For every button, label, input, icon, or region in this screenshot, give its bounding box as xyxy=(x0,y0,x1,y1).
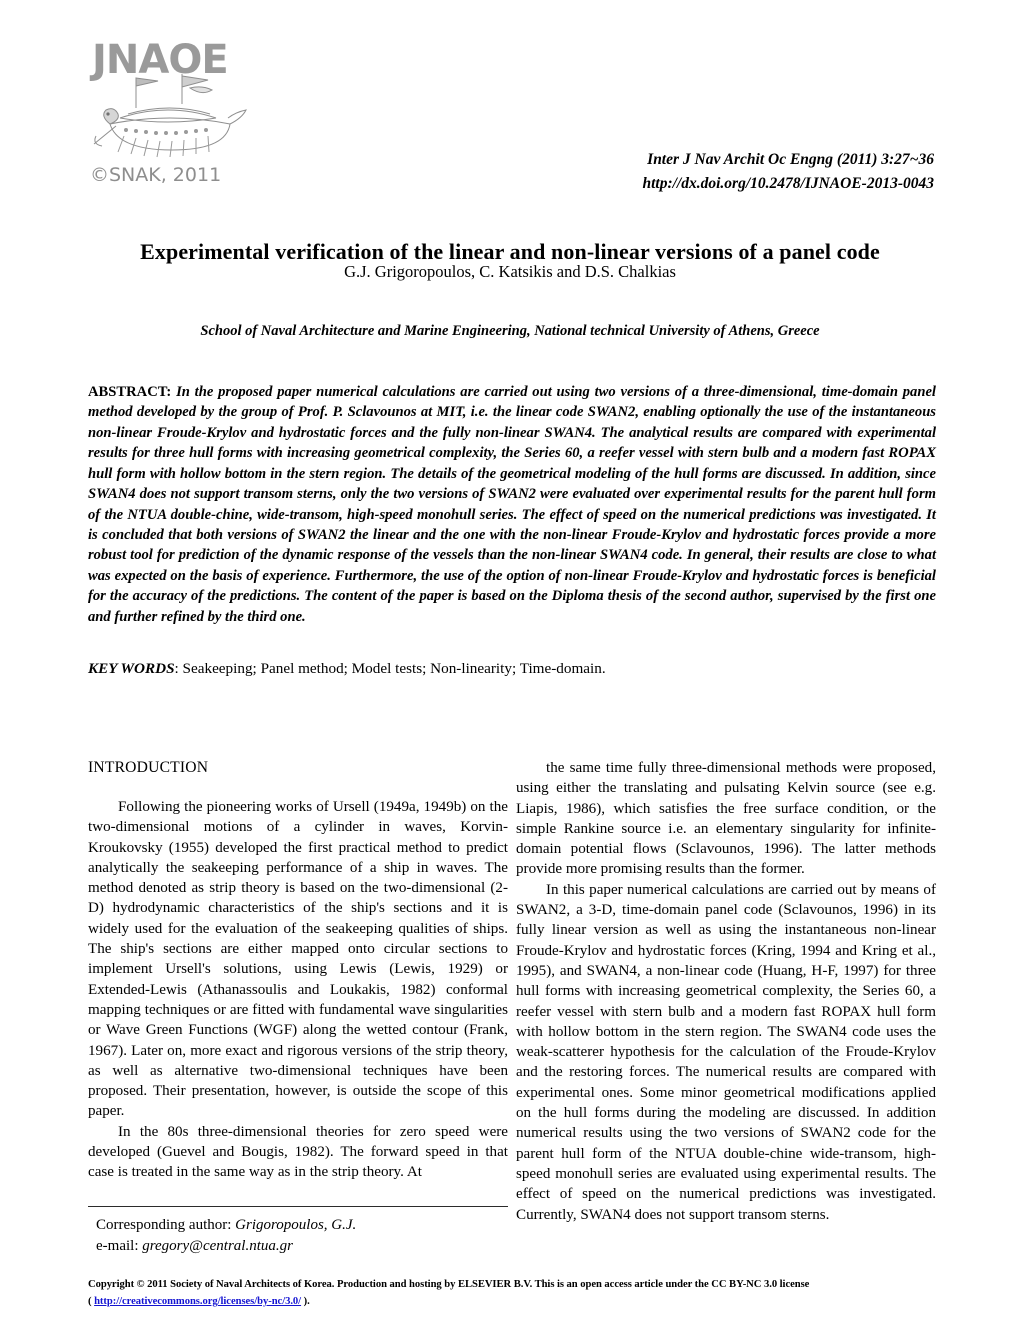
footnote-divider xyxy=(88,1206,508,1207)
keywords-list: Seakeeping; Panel method; Model tests; N… xyxy=(182,660,606,677)
turtle-ship-icon xyxy=(90,74,250,162)
creative-commons-license-link[interactable]: http://creativecommons.org/licenses/by-n… xyxy=(94,1296,301,1307)
journal-citation: Inter J Nav Archit Oc Engng (2011) 3:27~… xyxy=(647,151,934,168)
masthead: JNAOE ©SNAK, 2011 Inter J Nav Archit Oc … xyxy=(0,0,1020,212)
email-label: e-mail: xyxy=(96,1238,143,1255)
page-title: Experimental verification of the linear … xyxy=(140,238,880,264)
paragraph: Following the pioneering works of Ursell… xyxy=(88,798,508,1120)
corresponding-author-label: Corresponding author: xyxy=(96,1217,236,1233)
license-close-paren: ). xyxy=(301,1296,310,1308)
paper-page: JNAOE ©SNAK, 2011 Inter J Nav Archit Oc … xyxy=(0,0,1020,1320)
abstract-text: In the proposed paper numerical calculat… xyxy=(88,384,936,625)
section-heading-introduction: INTRODUCTION xyxy=(88,759,209,776)
journal-logo: JNAOE ©SNAK, 2011 xyxy=(88,40,278,210)
paragraph: In this paper numerical calculations are… xyxy=(516,881,936,1223)
paragraph: the same time fully three-dimensional me… xyxy=(516,760,936,878)
body-column-right: the same time fully three-dimensional me… xyxy=(516,758,936,1225)
corresponding-author-name: Grigoropoulos, G.J. xyxy=(235,1217,357,1233)
keywords-block: KEY WORDS: Seakeeping; Panel method; Mod… xyxy=(88,660,936,678)
copyright-line: Copyright © 2011 Society of Naval Archit… xyxy=(88,1279,810,1290)
license-line: ( http://creativecommons.org/licenses/by… xyxy=(88,1293,940,1310)
keywords-separator: : xyxy=(174,660,183,677)
email-value[interactable]: gregory@central.ntua.gr xyxy=(142,1238,293,1254)
corresponding-author-line: Corresponding author: Grigoropoulos, G.J… xyxy=(96,1215,508,1236)
abstract-label: ABSTRACT: xyxy=(88,384,172,400)
copyright-footer: Copyright © 2011 Society of Naval Archit… xyxy=(88,1276,940,1310)
abstract-block: ABSTRACT: In the proposed paper numerica… xyxy=(88,382,936,627)
keywords-label: KEY WORDS xyxy=(88,660,175,677)
journal-reference: Inter J Nav Archit Oc Engng (2011) 3:27~… xyxy=(642,148,934,195)
body-column-left: INTRODUCTION Following the pioneering wo… xyxy=(88,758,508,1183)
snak-copyright-label: ©SNAK, 2011 xyxy=(90,164,222,186)
author-list: G.J. Grigoropoulos, C. Katsikis and D.S.… xyxy=(344,262,676,281)
affiliation: School of Naval Architecture and Marine … xyxy=(200,323,820,339)
email-line: e-mail: gregory@central.ntua.gr xyxy=(96,1236,508,1257)
journal-doi-url: http://dx.doi.org/10.2478/IJNAOE-2013-00… xyxy=(642,174,934,192)
corresponding-author-block: Corresponding author: Grigoropoulos, G.J… xyxy=(88,1206,508,1258)
paragraph: In the 80s three-dimensional theories fo… xyxy=(88,1123,508,1181)
